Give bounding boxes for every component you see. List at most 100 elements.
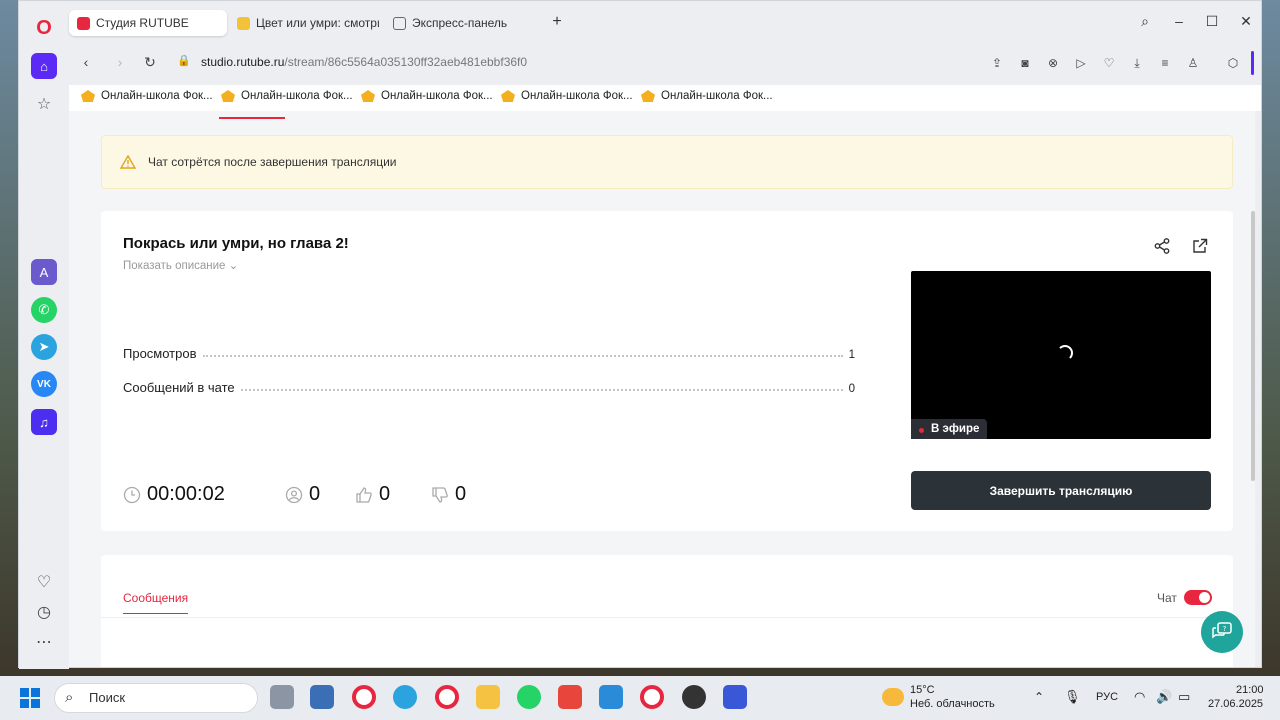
opera-sidebar: O ⌂ ☆ A ✆ ➤ VK ♫ ♡ ◷ ⋯	[19, 1, 69, 669]
vk-icon[interactable]: VK	[31, 371, 57, 397]
show-description-link[interactable]: Показать описание ⌄	[123, 258, 238, 272]
maximize-icon[interactable]: ☐	[1202, 13, 1222, 30]
windows-taskbar: ⌕ Поиск 15°C Неб. облачность ⌃ 🎙 РУС ◠ 🔊…	[0, 676, 1280, 720]
battery-icon[interactable]: ▭	[1178, 689, 1190, 705]
stream-title: Покрась или умри, но глава 2!	[123, 235, 349, 252]
live-badge: В эфире	[911, 419, 988, 439]
music-player-icon[interactable]: ♫	[31, 409, 57, 435]
weather-icon[interactable]	[882, 688, 904, 706]
bookmark-item[interactable]: Онлайн-школа Фок...	[361, 90, 493, 102]
microphone-icon[interactable]: 🎙	[1064, 689, 1081, 705]
viewers-metric: 0	[285, 483, 320, 506]
school-hat-icon	[641, 90, 655, 102]
tab-speed-dial[interactable]: Экспресс-панель	[385, 10, 535, 36]
search-tabs-icon[interactable]: ⌕	[1135, 13, 1155, 30]
chevron-down-icon: ⌄	[228, 260, 239, 272]
weather-description[interactable]: Неб. облачность	[910, 698, 995, 710]
extensions-icon[interactable]: ⬡	[1225, 55, 1241, 71]
bookmark-item[interactable]: Онлайн-школа Фок...	[641, 90, 773, 102]
player-icon[interactable]: ▷	[1073, 55, 1089, 71]
chat-toggle[interactable]	[1184, 590, 1212, 605]
whatsapp-taskbar-icon[interactable]	[517, 685, 541, 709]
chevron-up-icon[interactable]: ⌃	[1034, 690, 1044, 704]
divider	[101, 617, 1233, 618]
page-scrollbar[interactable]	[1251, 111, 1257, 667]
forward-icon[interactable]: ›	[111, 54, 129, 70]
rutube-favicon-icon	[77, 16, 90, 30]
active-section-underline	[219, 117, 285, 119]
download-icon[interactable]: ⤓	[1129, 55, 1145, 71]
aria-icon[interactable]: A	[31, 259, 57, 285]
duration-metric: 00:00:02	[123, 483, 225, 506]
bookmark-item[interactable]: Онлайн-школа Фок...	[501, 90, 633, 102]
windows-start-icon[interactable]	[20, 688, 40, 708]
opera-logo-icon[interactable]: O	[31, 15, 57, 41]
reload-icon[interactable]: ↻	[141, 54, 159, 71]
back-icon[interactable]: ‹	[77, 54, 95, 70]
school-hat-icon	[501, 90, 515, 102]
chat-messages-stat: Сообщений в чате 0	[123, 380, 855, 395]
chat-card: Сообщения Чат	[101, 555, 1233, 667]
heart-icon[interactable]: ♡	[31, 569, 57, 595]
opera-taskbar-icon[interactable]	[435, 685, 459, 709]
address-bar: ‹ › ↻ 🔒 studio.rutube.ru/stream/86c5564a…	[69, 45, 1261, 81]
snapshot-icon[interactable]: ◙	[1017, 55, 1033, 71]
stream-preview-player[interactable]: В эфире	[911, 271, 1211, 439]
views-stat: Просмотров 1	[123, 346, 855, 361]
url-field[interactable]: studio.rutube.ru/stream/86c5564a035130ff…	[201, 55, 527, 69]
profile-icon[interactable]: ♙	[1185, 55, 1201, 71]
loading-spinner-icon	[1057, 345, 1073, 361]
video-favicon-icon	[237, 16, 250, 30]
file-explorer-icon[interactable]	[476, 685, 500, 709]
clock-date[interactable]: 27.06.2025	[1208, 698, 1263, 710]
history-icon[interactable]: ◷	[31, 599, 57, 625]
bookmark-item[interactable]: Онлайн-школа Фок...	[81, 90, 213, 102]
school-hat-icon	[81, 90, 95, 102]
yandex-browser-icon[interactable]	[352, 685, 376, 709]
telegram-taskbar-icon[interactable]	[393, 685, 417, 709]
home-icon[interactable]: ⌂	[31, 53, 57, 79]
notepad-icon[interactable]	[599, 685, 623, 709]
bookmark-item[interactable]: Онлайн-школа Фок...	[221, 90, 353, 102]
lock-icon: 🔒	[177, 55, 191, 67]
grid-favicon-icon	[393, 16, 406, 30]
close-icon[interactable]: ✕	[1236, 13, 1256, 30]
end-stream-button[interactable]: Завершить трансляцию	[911, 471, 1211, 510]
clock-time[interactable]: 21:00	[1236, 684, 1264, 696]
tab-messages[interactable]: Сообщения	[123, 591, 189, 614]
scrollbar-thumb[interactable]	[1251, 211, 1255, 481]
dislikes-metric: 0	[431, 483, 466, 506]
wifi-icon[interactable]: ◠	[1134, 689, 1145, 705]
new-tab-icon[interactable]: +	[547, 13, 567, 31]
volume-icon[interactable]: 🔊	[1156, 689, 1172, 705]
language-indicator[interactable]: РУС	[1096, 691, 1118, 703]
taskbar-search-input[interactable]: ⌕ Поиск	[54, 683, 258, 713]
menu-icon[interactable]: ≡	[1157, 55, 1173, 71]
bookmarks-bar: Онлайн-школа Фок... Онлайн-школа Фок... …	[69, 85, 1261, 111]
adblock-icon[interactable]: ⊗	[1045, 55, 1061, 71]
chat-toggle-label: Чат	[1157, 591, 1177, 605]
support-chat-button[interactable]: ?	[1201, 611, 1243, 653]
obs-studio-icon[interactable]	[682, 685, 706, 709]
thumbs-up-icon	[356, 486, 372, 503]
tab-rutube-studio[interactable]: Студия RUTUBE	[69, 10, 227, 36]
favorites-icon[interactable]: ♡	[1101, 55, 1117, 71]
telegram-icon[interactable]: ➤	[31, 334, 57, 360]
speed-dial-icon[interactable]: ☆	[31, 91, 57, 117]
calculator-icon[interactable]	[310, 685, 334, 709]
task-view-icon[interactable]	[270, 685, 294, 709]
stream-card: Покрась или умри, но глава 2! Показать о…	[101, 211, 1233, 531]
share-page-icon[interactable]: ⇪	[989, 55, 1005, 71]
whatsapp-icon[interactable]: ✆	[31, 297, 57, 323]
share-icon[interactable]	[1153, 237, 1171, 255]
chat-notice: Чат сотрётся после завершения трансляции	[101, 135, 1233, 189]
minimize-icon[interactable]: –	[1169, 13, 1189, 29]
wps-office-icon[interactable]	[558, 685, 582, 709]
app-icon[interactable]	[723, 685, 747, 709]
more-icon[interactable]: ⋯	[31, 629, 57, 655]
yandex-taskbar-icon[interactable]	[640, 685, 664, 709]
tab-color-or-die[interactable]: Цвет или умри: смотрите	[229, 10, 379, 36]
external-link-icon[interactable]	[1191, 237, 1209, 255]
likes-metric: 0	[355, 483, 390, 506]
weather-temperature[interactable]: 15°C	[910, 684, 935, 696]
